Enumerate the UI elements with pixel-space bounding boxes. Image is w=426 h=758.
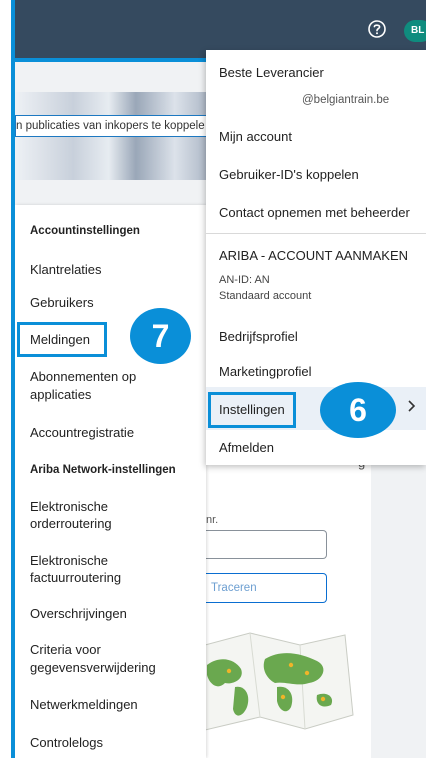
menu-item-audit-logs[interactable]: Controlelogs [30, 734, 103, 752]
menu-item-invoice-routing-line2[interactable]: factuurroutering [30, 569, 121, 587]
menu-item-subscriptions-line1[interactable]: Abonnementen op [30, 368, 136, 386]
trace-button[interactable]: Traceren [205, 573, 327, 603]
account-settings-header: Accountinstellingen [30, 225, 140, 237]
an-id-label: AN-ID: AN [219, 274, 270, 286]
question-circle-icon[interactable] [367, 19, 387, 39]
menu-item-network-notifications[interactable]: Netwerkmeldingen [30, 696, 138, 714]
user-name: Beste Leverancier [219, 65, 324, 80]
menu-contact-admin[interactable]: Contact opnemen met beheerder [219, 205, 410, 220]
menu-divider [206, 233, 426, 234]
account-type-label: Standaard account [219, 290, 312, 302]
user-email: @belgiantrain.be [302, 94, 390, 106]
menu-item-invoice-routing-line1[interactable]: Elektronische [30, 552, 108, 570]
world-map-illustration [205, 632, 354, 731]
menu-item-account-registration[interactable]: Accountregistratie [30, 424, 134, 442]
menu-company-profile[interactable]: Bedrijfsprofiel [219, 329, 298, 344]
menu-item-order-routing-line2[interactable]: orderroutering [30, 515, 112, 533]
menu-item-deletion-criteria-line1[interactable]: Criteria voor [30, 641, 101, 659]
menu-item-order-routing-line1[interactable]: Elektronische [30, 498, 108, 516]
chevron-right-icon[interactable] [406, 398, 418, 414]
menu-item-deletion-criteria-line2[interactable]: gegevensverwijdering [30, 659, 156, 677]
menu-item-users[interactable]: Gebruikers [30, 294, 94, 312]
menu-link-user-ids[interactable]: Gebruiker-ID's koppelen [219, 167, 359, 182]
menu-my-account[interactable]: Mijn account [219, 129, 292, 144]
tracking-number-input[interactable] [205, 530, 327, 559]
user-avatar[interactable]: BL [404, 20, 426, 42]
network-settings-header: Ariba Network-instellingen [30, 464, 176, 476]
notifications-highlight-box [17, 322, 107, 357]
left-highlight-line [11, 0, 15, 758]
menu-marketing-profile[interactable]: Marketingprofiel [219, 364, 312, 379]
step-badge-6: 6 [320, 382, 396, 438]
settings-highlight-box [208, 392, 296, 428]
menu-logout[interactable]: Afmelden [219, 440, 274, 455]
tracking-number-label: nr. [206, 514, 219, 526]
menu-item-subscriptions-line2[interactable]: applicaties [30, 386, 91, 404]
banner-text[interactable]: n publicaties van inkopers te koppele [15, 115, 210, 137]
account-settings-menu: Accountinstellingen Klantrelaties Gebrui… [15, 205, 206, 758]
menu-item-transfers[interactable]: Overschrijvingen [30, 605, 127, 623]
step-badge-7: 7 [130, 308, 191, 364]
menu-create-account[interactable]: ARIBA - ACCOUNT AANMAKEN [219, 248, 408, 263]
menu-item-customer-relations[interactable]: Klantrelaties [30, 261, 102, 279]
